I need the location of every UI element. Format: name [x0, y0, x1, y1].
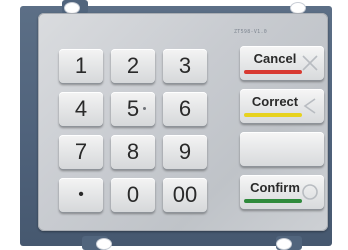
- key-dot[interactable]: •: [59, 178, 103, 212]
- key-label: 0: [126, 182, 140, 207]
- board-silkscreen: ZT598-V1.0: [234, 29, 268, 35]
- key-4[interactable]: 4: [59, 92, 103, 126]
- cancel-label: Cancel: [253, 51, 297, 66]
- key-1[interactable]: 1: [59, 49, 103, 83]
- confirm-label: Confirm: [250, 180, 300, 195]
- correct-button[interactable]: Correct: [240, 89, 324, 123]
- key-9[interactable]: 9: [163, 135, 207, 169]
- key-label: 2: [126, 53, 140, 78]
- cancel-button[interactable]: Cancel: [240, 46, 324, 80]
- key-label: 5: [126, 96, 140, 121]
- key-6[interactable]: 6: [163, 92, 207, 126]
- key-label: 7: [74, 139, 88, 164]
- key-00[interactable]: 00: [163, 178, 207, 212]
- keypad-photo: ZT598-V1.0 1 2 3 4 5 6 7 8 9 • 0 00 Canc…: [0, 0, 348, 250]
- key-label: 3: [178, 53, 192, 78]
- key-label: 00: [172, 182, 198, 207]
- correct-color-bar: [244, 113, 302, 117]
- circle-icon: [302, 184, 318, 200]
- key-8[interactable]: 8: [111, 135, 155, 169]
- key-label: 1: [74, 53, 88, 78]
- chevron-left-icon: [303, 98, 316, 114]
- x-icon: [302, 55, 318, 71]
- key-label: 9: [178, 139, 192, 164]
- correct-label: Correct: [251, 94, 299, 109]
- mounting-hole: [276, 238, 292, 250]
- key-label: •: [78, 186, 84, 203]
- tactile-dot-icon: [143, 107, 146, 110]
- key-0[interactable]: 0: [111, 178, 155, 212]
- key-7[interactable]: 7: [59, 135, 103, 169]
- cancel-color-bar: [244, 70, 302, 74]
- key-label: 6: [178, 96, 192, 121]
- confirm-color-bar: [244, 199, 302, 203]
- key-5[interactable]: 5: [111, 92, 155, 126]
- mounting-hole: [96, 238, 112, 250]
- blank-function-button[interactable]: [240, 132, 324, 166]
- confirm-button[interactable]: Confirm: [240, 175, 324, 209]
- key-label: 4: [74, 96, 88, 121]
- key-2[interactable]: 2: [111, 49, 155, 83]
- key-label: 8: [126, 139, 140, 164]
- keypad-plate: ZT598-V1.0 1 2 3 4 5 6 7 8 9 • 0 00 Canc…: [38, 13, 328, 231]
- key-3[interactable]: 3: [163, 49, 207, 83]
